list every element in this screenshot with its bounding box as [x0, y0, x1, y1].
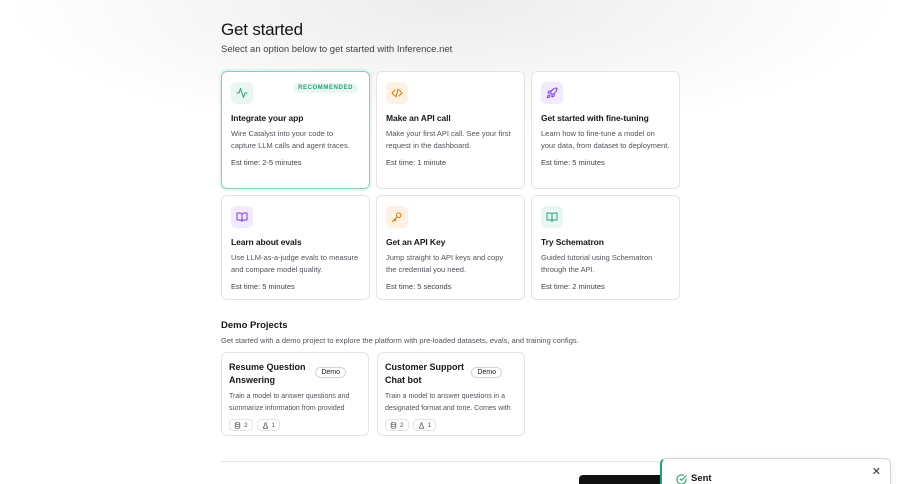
option-title: Make an API call [386, 113, 451, 123]
demo-card-description: Train a model to answer questions in a d… [385, 393, 511, 412]
flask-icon [418, 422, 424, 429]
option-est-time: Est time: 5 minutes [541, 158, 605, 167]
check-circle-icon [676, 472, 687, 484]
book-icon [231, 206, 253, 228]
option-description: Use LLM-as-a-judge evals to measure and … [231, 253, 359, 274]
option-title: Integrate your app [231, 113, 304, 123]
option-card-schematron[interactable]: Try Schematron Guided tutorial using Sch… [531, 195, 680, 300]
code-icon [386, 82, 408, 104]
page-title: Get started [221, 20, 303, 39]
users-count: 1 [256, 419, 281, 431]
datasets-count-value: 2 [244, 421, 248, 429]
recommended-badge: RECOMMENDED [293, 83, 358, 93]
close-icon[interactable]: ✕ [872, 467, 881, 478]
datasets-count: 2 [385, 419, 409, 431]
demo-card-title: Customer Support Chat bot [385, 362, 465, 385]
option-description: Learn how to fine-tune a model on your d… [541, 129, 670, 150]
demo-card-resume-qa[interactable]: Resume Question Answering Demo Train a m… [221, 352, 369, 436]
option-est-time: Est time: 5 seconds [386, 282, 452, 291]
option-title: Learn about evals [231, 237, 302, 247]
demo-badge: Demo [315, 367, 346, 378]
datasets-count-value: 2 [400, 421, 404, 429]
dark-action-button[interactable] [579, 475, 669, 484]
option-description: Jump straight to API keys and copy the c… [386, 253, 504, 274]
option-description: Wire Catalyst into your code to capture … [231, 129, 350, 150]
demo-projects-subtitle: Get started with a demo project to explo… [221, 336, 579, 345]
flask-icon [262, 422, 268, 429]
options-grid: RECOMMENDED Integrate your app Wire Cata… [221, 71, 680, 300]
datasets-count: 2 [229, 419, 253, 431]
option-title: Get an API Key [386, 237, 446, 247]
users-count-value: 1 [427, 421, 432, 429]
option-est-time: Est time: 2 minutes [541, 282, 605, 291]
section-divider [221, 461, 680, 462]
demo-card-description: Train a model to answer questions and su… [229, 393, 350, 412]
toast-notification: Sent ✕ [660, 458, 891, 484]
book-open-icon [541, 206, 563, 228]
option-card-api-call[interactable]: Make an API call Make your first API cal… [376, 71, 525, 189]
option-description: Make your first API call. See your first… [386, 129, 511, 150]
demo-projects-list: Resume Question Answering Demo Train a m… [221, 352, 525, 436]
option-title: Get started with fine-tuning [541, 113, 649, 123]
option-est-time: Est time: 2-5 minutes [231, 158, 302, 167]
demo-card-customer-support[interactable]: Customer Support Chat bot Demo Train a m… [377, 352, 525, 436]
demo-projects-header: Demo Projects Get started with a demo pr… [221, 320, 680, 345]
database-icon [390, 421, 397, 429]
option-card-fine-tuning[interactable]: Get started with fine-tuning Learn how t… [531, 71, 680, 189]
key-icon [386, 206, 408, 228]
demo-card-title: Resume Question Answering [229, 362, 306, 385]
demo-projects-title: Demo Projects [221, 320, 288, 331]
option-card-evals[interactable]: Learn about evals Use LLM-as-a-judge eva… [221, 195, 370, 300]
toast-message: Sent [691, 473, 712, 484]
page-subtitle: Select an option below to get started wi… [221, 44, 453, 55]
demo-badge: Demo [471, 367, 502, 378]
page-header: Get started Select an option below to ge… [221, 20, 680, 55]
activity-icon [231, 82, 253, 104]
rocket-icon [541, 82, 563, 104]
database-icon [234, 421, 241, 429]
option-title: Try Schematron [541, 237, 604, 247]
option-est-time: Est time: 5 minutes [231, 282, 295, 291]
users-count: 1 [412, 419, 437, 431]
option-est-time: Est time: 1 minute [386, 158, 447, 167]
option-card-api-key[interactable]: Get an API Key Jump straight to API keys… [376, 195, 525, 300]
option-card-integrate[interactable]: RECOMMENDED Integrate your app Wire Cata… [221, 71, 370, 189]
option-description: Guided tutorial using Schematron through… [541, 253, 653, 274]
users-count-value: 1 [271, 421, 276, 429]
